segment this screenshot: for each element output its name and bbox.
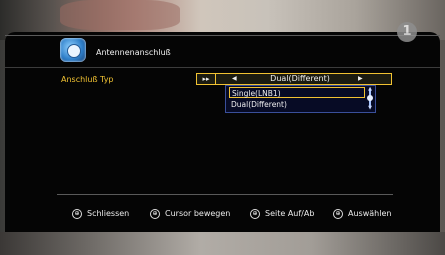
channel-logo: 1 xyxy=(397,22,417,42)
dropdown-scrollbar[interactable]: ▲ ▼ xyxy=(367,87,373,111)
page-title: Antennenanschluß xyxy=(96,48,171,57)
arrow-right-icon[interactable]: ▶ xyxy=(358,74,363,84)
hint-page-up-down: ⊕ Seite Auf/Ab xyxy=(250,207,314,221)
selector-value: Dual(Different) xyxy=(270,74,330,83)
hint-close: ⊕ Schliessen xyxy=(72,207,129,221)
satellite-dish-icon xyxy=(60,38,86,62)
background-video-bottom xyxy=(0,232,445,255)
connection-type-selector[interactable]: ▸▸ ◀ Dual(Different) ▶ xyxy=(196,73,392,85)
scroll-down-icon[interactable]: ▼ xyxy=(367,106,373,111)
hint-label: Seite Auf/Ab xyxy=(265,209,315,218)
hint-select: ⊕ Auswählen xyxy=(333,207,391,221)
divider xyxy=(5,35,440,36)
exit-button-icon: ⊕ xyxy=(72,208,82,219)
dropdown-option-single[interactable]: Single(LNB1) xyxy=(229,87,365,98)
page-button-icon: ⊕ xyxy=(250,208,260,219)
divider xyxy=(57,194,393,195)
connection-type-label: Anschluß Typ xyxy=(61,75,114,84)
select-button-icon: ⊕ xyxy=(333,208,343,219)
divider xyxy=(5,67,440,68)
settings-panel xyxy=(5,32,440,232)
hint-label: Cursor bewegen xyxy=(165,209,231,218)
connection-type-dropdown[interactable]: Single(LNB1) Dual(Different) ▲ ▼ xyxy=(225,85,376,113)
hint-label: Schliessen xyxy=(87,209,130,218)
scroll-up-icon[interactable]: ▲ xyxy=(367,87,373,92)
scroll-thumb[interactable] xyxy=(367,95,373,101)
hint-label: Auswählen xyxy=(348,209,392,218)
cursor-ok-button-icon: ⊕ xyxy=(150,208,160,219)
hint-move-cursor: ⊕ Cursor bewegen xyxy=(150,207,230,221)
arrow-left-icon[interactable]: ◀ xyxy=(232,74,237,84)
fast-forward-icon: ▸▸ xyxy=(197,74,216,84)
dropdown-option-dual[interactable]: Dual(Different) xyxy=(229,99,365,110)
tv-screen: 1 Antennenanschluß Anschluß Typ ▸▸ ◀ Dua… xyxy=(0,0,445,255)
